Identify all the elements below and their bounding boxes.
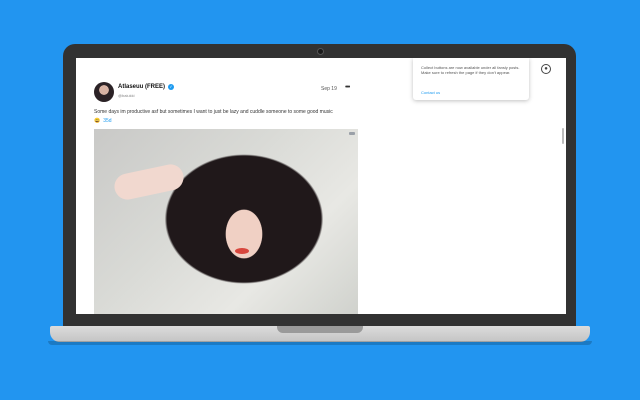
post-reactions-row: 😀 35d — [94, 118, 112, 124]
contact-us-link[interactable]: Contact us — [421, 90, 440, 95]
laptop-shadow — [48, 341, 592, 345]
post-caption: Some days im productive asf but sometime… — [94, 109, 333, 115]
verified-badge-icon: ✓ — [168, 84, 175, 90]
post-date: Sep 19 — [321, 86, 337, 92]
avatar[interactable] — [94, 82, 114, 102]
post-tag-link[interactable]: 35d — [103, 118, 111, 124]
user-handle[interactable]: @baiukki — [118, 93, 135, 98]
media-indicator-icon — [349, 132, 355, 135]
popup-message: Collect buttons are now available under … — [421, 65, 520, 75]
emoji: 😀 — [94, 118, 101, 124]
extension-user-icon[interactable]: ● — [541, 64, 551, 74]
photo-detail — [235, 248, 249, 254]
post-author-row: Atlaseuu (FREE) ✓ — [118, 84, 175, 90]
notification-popup: Collect buttons are now available under … — [413, 58, 529, 100]
scrollbar[interactable] — [562, 128, 564, 144]
laptop-screen: Atlaseuu (FREE) ✓ @baiukki Sep 19 ••• So… — [76, 58, 566, 314]
post-photo[interactable] — [94, 129, 358, 314]
webcam — [317, 48, 324, 55]
display-name[interactable]: Atlaseuu (FREE) — [118, 84, 165, 90]
laptop-notch — [277, 326, 363, 333]
photo-detail — [112, 162, 186, 202]
more-options-icon[interactable]: ••• — [345, 84, 350, 91]
